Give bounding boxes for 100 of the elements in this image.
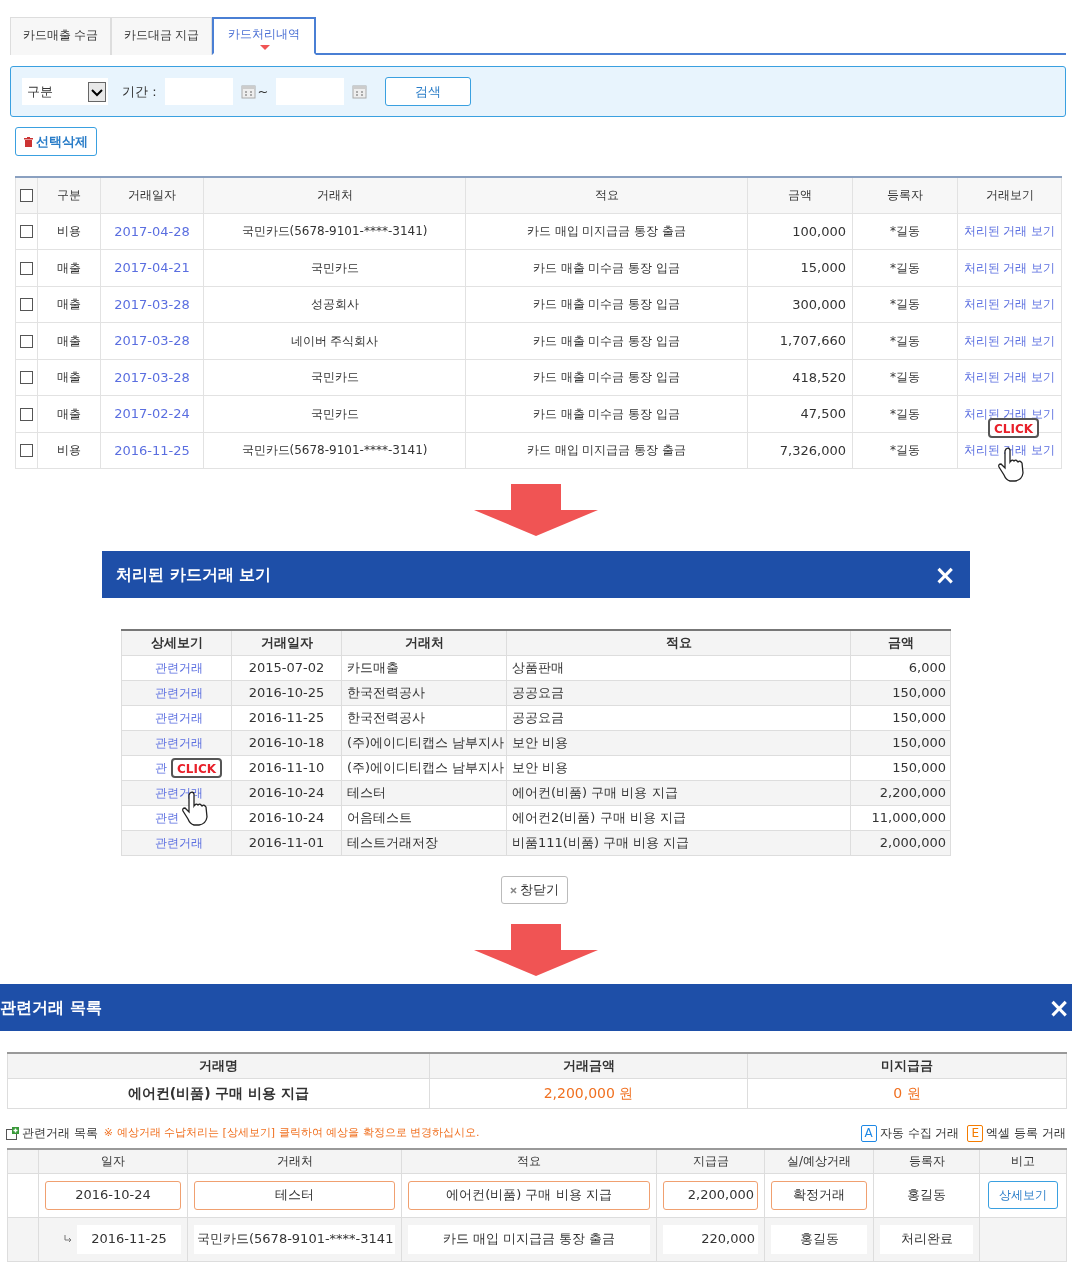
table-cell: 6,000 xyxy=(850,655,951,680)
trash-icon xyxy=(24,136,33,147)
close-button[interactable]: × xyxy=(1048,994,1070,1021)
table-cell: 2017-02-24 xyxy=(100,395,204,432)
input-field[interactable]: 에어컨(비품) 구매 비용 지급 xyxy=(408,1180,650,1210)
delete-selected-button[interactable]: 선택삭제 xyxy=(15,127,97,156)
close-window-button[interactable]: 창닫기 xyxy=(501,876,568,904)
column-header: 적요 xyxy=(465,177,748,213)
table-cell: 7,326,000 xyxy=(747,432,853,469)
calendar-icon xyxy=(240,84,256,99)
table-cell: 매출 xyxy=(37,249,101,286)
table-cell: 네이버 주식회사 xyxy=(203,322,466,359)
table-cell: 매출 xyxy=(37,359,101,396)
table-cell: 카드 매출 미수금 통장 입금 xyxy=(465,359,748,396)
column-header: 거래처 xyxy=(203,177,466,213)
input-field[interactable]: 2,200,000 xyxy=(663,1180,758,1210)
input-field[interactable]: 2016-10-24 xyxy=(45,1180,181,1210)
row-checkbox[interactable] xyxy=(20,444,33,458)
table-cell: 2016-11-25 xyxy=(231,705,342,730)
legend-badge: A xyxy=(860,1124,877,1142)
related-link[interactable]: 관 xyxy=(155,760,167,775)
table-cell: *길동 xyxy=(852,213,958,250)
column-header: 실/예상거래 xyxy=(764,1149,874,1173)
table-cell: 카드 매출 미수금 통장 입금 xyxy=(465,395,748,432)
table-cell: 에어컨2(비품) 구매 비용 지급 xyxy=(506,805,851,830)
table-cell: 2015-07-02 xyxy=(231,655,342,680)
return-arrow-icon xyxy=(63,1234,73,1244)
table-cell: 매출 xyxy=(37,395,101,432)
table-cell: 2016-10-18 xyxy=(231,730,342,755)
column-header: 등록자 xyxy=(852,177,958,213)
table-cell: 15,000 xyxy=(747,249,853,286)
row-checkbox[interactable] xyxy=(20,298,33,312)
legend-label: 엑셀 등록 거래 xyxy=(986,1125,1066,1142)
table-cell: (주)에이디티캡스 남부지사 xyxy=(341,730,507,755)
table-cell: 비품111(비품) 구매 비용 지급 xyxy=(506,830,851,855)
table-cell: 2,200,000 원 xyxy=(429,1078,748,1108)
down-arrow-icon xyxy=(474,484,598,536)
column-header: 지급금 xyxy=(656,1149,765,1173)
table-cell: 카드 매입 미지급금 통장 출금 xyxy=(465,213,748,250)
table-cell: 2017-03-28 xyxy=(100,359,204,396)
table-cell: 2016-11-25 xyxy=(100,432,204,469)
table-cell: 테스트거래저장 xyxy=(341,830,507,855)
related-link[interactable]: 관련 xyxy=(155,810,179,825)
column-header: 거래일자 xyxy=(231,630,342,655)
column-header: 거래명 xyxy=(7,1053,430,1078)
legend-label: 자동 수집 거래 xyxy=(879,1125,960,1142)
dialog-title: 관련거래 목록 xyxy=(0,996,102,1019)
table-cell: 상품판매 xyxy=(506,655,851,680)
column-header: 금액 xyxy=(747,177,853,213)
table-cell: 테스터 xyxy=(341,780,507,805)
select-field[interactable]: 구분 xyxy=(22,78,108,105)
table-cell: 150,000 xyxy=(850,755,951,780)
table-cell: *길동 xyxy=(852,249,958,286)
table-cell: *길동 xyxy=(852,432,958,469)
details-button[interactable]: 상세보기 xyxy=(988,1181,1058,1209)
table-cell: 매출 xyxy=(37,286,101,323)
table-cell: 공공요금 xyxy=(506,680,851,705)
row-checkbox[interactable] xyxy=(20,225,33,239)
tab[interactable]: 카드매출 수금 xyxy=(10,17,111,55)
table-cell: 47,500 xyxy=(747,395,853,432)
row-checkbox[interactable] xyxy=(20,407,33,421)
tab[interactable]: 카드대금 지급 xyxy=(111,17,212,55)
column-header: 거래일자 xyxy=(100,177,204,213)
click-callout: CLICK xyxy=(171,758,223,778)
table-cell: 국민카드(5678-9101-****-3141) xyxy=(203,432,466,469)
input-field[interactable]: 테스터 xyxy=(194,1180,395,1210)
row-checkbox[interactable] xyxy=(20,371,33,385)
tab[interactable]: 카드처리내역 xyxy=(212,17,316,55)
select-all-checkbox[interactable] xyxy=(20,189,33,203)
column-header: 구분 xyxy=(37,177,101,213)
row-checkbox[interactable] xyxy=(20,334,33,348)
table-cell: 2016-10-25 xyxy=(231,680,342,705)
range-separator: ~ xyxy=(257,82,269,101)
column-header: 거래보기 xyxy=(957,177,1062,213)
table-cell: *길동 xyxy=(852,359,958,396)
column-header: 적요 xyxy=(506,630,851,655)
table-cell: 국민카드 xyxy=(203,359,466,396)
close-icon xyxy=(510,886,517,894)
table-cell: 2016-10-24 xyxy=(231,780,342,805)
table-cell: 300,000 xyxy=(747,286,853,323)
click-callout: CLICK xyxy=(988,418,1040,438)
input-field[interactable]: 확정거래 xyxy=(771,1180,867,1210)
table-cell: 150,000 xyxy=(850,680,951,705)
table-cell: 한국전력공사 xyxy=(341,680,507,705)
table-cell: (주)에이디티캡스 남부지사 xyxy=(341,755,507,780)
table-cell: 11,000,000 xyxy=(850,805,951,830)
table-cell: 2017-03-28 xyxy=(100,286,204,323)
search-button[interactable]: 검색 xyxy=(385,77,472,106)
dialog-title: 처리된 카드거래 보기 xyxy=(116,563,272,586)
column-header: 금액 xyxy=(850,630,951,655)
row-checkbox[interactable] xyxy=(20,261,33,275)
close-button[interactable]: × xyxy=(934,561,956,588)
column-header: 일자 xyxy=(38,1149,188,1173)
column-header: 거래금액 xyxy=(429,1053,748,1078)
table-cell: 2016-10-24 xyxy=(231,805,342,830)
table-cell: 에어컨(비품) 구매 비용 지급 xyxy=(506,780,851,805)
column-header: 상세보기 xyxy=(121,630,232,655)
table-cell: 공공요금 xyxy=(506,705,851,730)
calendar-icon xyxy=(352,84,368,99)
table-cell: 국민카드(5678-9101-****-3141) xyxy=(203,213,466,250)
